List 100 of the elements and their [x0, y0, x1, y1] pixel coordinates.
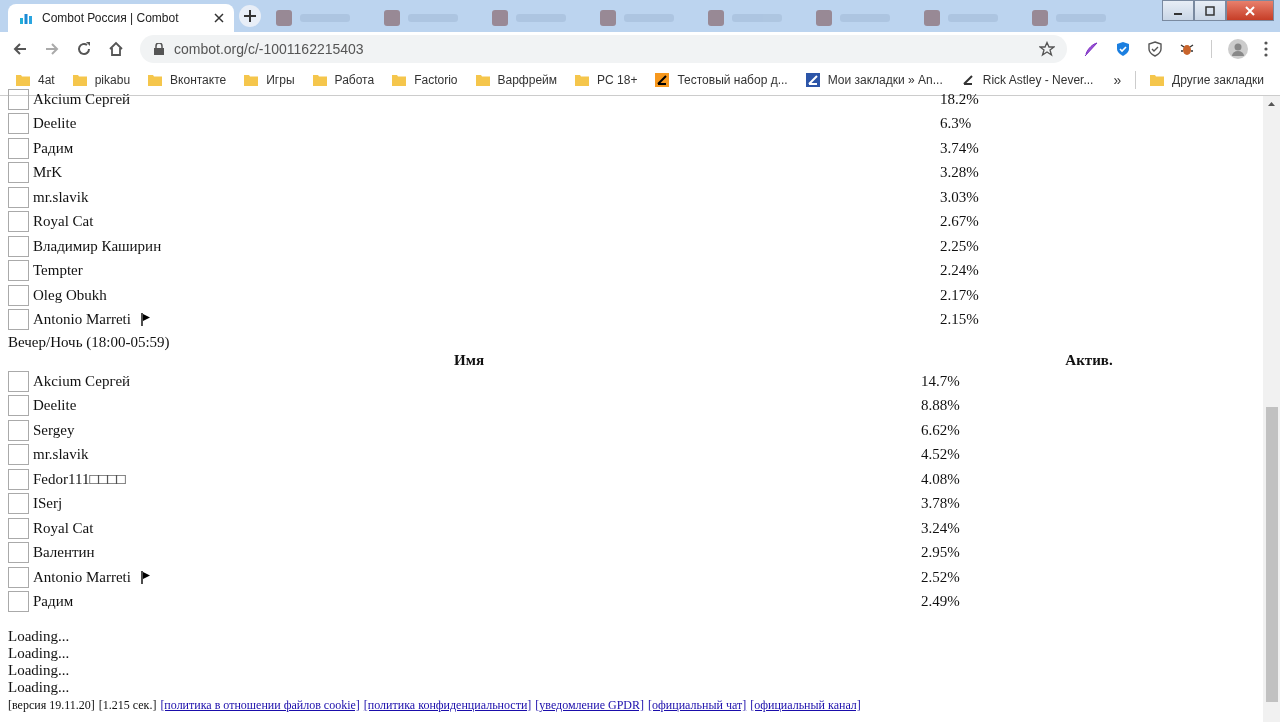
- url-text: combot.org/c/-1001162215403: [174, 40, 365, 57]
- shield-icon[interactable]: [1147, 40, 1163, 57]
- activity-value: 14.7%: [921, 372, 960, 390]
- avatar-icon[interactable]: [1228, 38, 1248, 59]
- checkbox[interactable]: [8, 395, 29, 417]
- other-bookmarks[interactable]: Другие закладки: [1142, 73, 1272, 87]
- new-tab-icon[interactable]: [238, 4, 262, 28]
- favicon-icon: [805, 73, 820, 87]
- footer-link[interactable]: [политика конфиденциальности]: [363, 698, 532, 713]
- checkbox[interactable]: [8, 517, 29, 539]
- more-bookmarks-button[interactable]: »: [1105, 72, 1130, 88]
- home-icon[interactable]: [108, 40, 124, 57]
- bookmark[interactable]: Вконтакте: [140, 73, 235, 87]
- member-name: Akcium Сергей: [33, 372, 131, 390]
- member-name: Радим: [33, 593, 74, 611]
- forward-icon[interactable]: [44, 40, 60, 57]
- checkbox[interactable]: [8, 542, 29, 564]
- checkbox[interactable]: [8, 468, 29, 490]
- minimize-button[interactable]: [1162, 0, 1194, 21]
- activity-value: 2.24%: [940, 262, 979, 280]
- folder-icon: [575, 74, 590, 86]
- checkbox[interactable]: [8, 566, 29, 588]
- footer-link[interactable]: [официальный чат]: [648, 698, 747, 713]
- column-header: Актив.: [1064, 351, 1114, 369]
- checkbox[interactable]: [8, 419, 29, 441]
- activity-value: 2.67%: [940, 213, 979, 231]
- checkbox[interactable]: [8, 235, 29, 257]
- browser-tab[interactable]: Combot Россия | Combot: [8, 4, 234, 32]
- bookmark[interactable]: 4at: [8, 73, 63, 87]
- checkbox[interactable]: [8, 493, 29, 515]
- column-header: Имя: [453, 351, 485, 369]
- reload-icon[interactable]: [76, 40, 92, 57]
- checkbox[interactable]: [8, 211, 29, 233]
- shield-icon[interactable]: [1115, 40, 1131, 57]
- bookmark[interactable]: Тестовый набор д...: [647, 73, 796, 87]
- loading-text: Loading...: [8, 628, 71, 645]
- maximize-icon: [1205, 5, 1215, 16]
- bookmark[interactable]: Мои закладки » An...: [797, 73, 951, 87]
- menu-icon[interactable]: [1264, 40, 1268, 57]
- folder-icon: [244, 74, 259, 86]
- activity-value: 6.62%: [921, 421, 960, 439]
- feather-icon[interactable]: [1083, 40, 1099, 57]
- member-name: Antonio Marreti: [33, 311, 131, 329]
- footer-link[interactable]: [официальный канал]: [750, 698, 861, 713]
- folder-icon: [148, 74, 163, 86]
- activity-value: 3.28%: [940, 164, 979, 182]
- member-name: ISerj: [33, 495, 63, 513]
- bookmark[interactable]: Работа: [304, 73, 383, 87]
- close-icon[interactable]: [214, 13, 224, 23]
- checkbox[interactable]: [8, 370, 29, 392]
- checkbox[interactable]: [8, 444, 29, 466]
- folder-icon: [475, 74, 490, 86]
- checkbox[interactable]: [8, 137, 29, 159]
- checkbox[interactable]: [8, 284, 29, 306]
- close-icon: [1245, 5, 1255, 16]
- loading-text: Loading...: [8, 645, 71, 662]
- activity-value: 2.49%: [921, 593, 960, 611]
- activity-value: 2.15%: [940, 311, 979, 329]
- bookmark[interactable]: pikabu: [64, 73, 139, 87]
- bookmark[interactable]: PC 18+: [567, 73, 646, 87]
- activity-value: 4.52%: [921, 446, 960, 464]
- folder-icon: [392, 74, 407, 86]
- bookmark[interactable]: Игры: [236, 73, 303, 87]
- member-name: Валентин: [33, 544, 95, 562]
- activity-value: 18.2%: [940, 90, 979, 108]
- member-name: Владимир Каширин: [33, 237, 162, 255]
- checkbox[interactable]: [8, 591, 29, 613]
- tab-title: Combot Россия | Combot: [42, 11, 180, 25]
- timing-text: [1.215 сек.]: [98, 698, 157, 713]
- bookmark[interactable]: Rick Astley - Never...: [952, 73, 1102, 87]
- member-name: mr.slavik: [33, 188, 89, 206]
- folder-icon: [16, 74, 30, 86]
- member-name: Royal Cat: [33, 519, 94, 537]
- activity-value: 3.74%: [940, 139, 979, 157]
- maximize-button[interactable]: [1194, 0, 1226, 21]
- footer-link[interactable]: [уведомление GPDR]: [535, 698, 645, 713]
- minimize-icon: [1174, 13, 1182, 15]
- checkbox[interactable]: [8, 260, 29, 282]
- member-name: Oleg Obukh: [33, 286, 107, 304]
- address-bar[interactable]: combot.org/c/-1001162215403: [140, 34, 1067, 63]
- checkbox[interactable]: [8, 162, 29, 184]
- member-name: Deelite: [33, 115, 77, 133]
- close-button[interactable]: [1226, 0, 1274, 21]
- lock-icon: [154, 42, 164, 55]
- activity-value: 3.24%: [921, 519, 960, 537]
- star-icon[interactable]: [1039, 40, 1055, 57]
- checkbox[interactable]: [8, 186, 29, 208]
- member-name: Радим: [33, 139, 74, 157]
- scrollbar[interactable]: [1263, 96, 1280, 722]
- activity-value: 3.03%: [940, 188, 979, 206]
- checkbox[interactable]: [8, 309, 29, 331]
- bookmark[interactable]: Варфрейм: [467, 73, 566, 87]
- footer-link[interactable]: [политика в отношении файлов cookie]: [160, 698, 360, 713]
- version-text: [версия 19.11.20]: [8, 698, 95, 713]
- loading-text: Loading...: [8, 679, 71, 696]
- member-name: Fedor111□□□□: [33, 470, 126, 488]
- checkbox[interactable]: [8, 88, 29, 110]
- checkbox[interactable]: [8, 113, 29, 135]
- back-icon[interactable]: [12, 40, 28, 57]
- bookmark[interactable]: Factorio: [384, 73, 466, 87]
